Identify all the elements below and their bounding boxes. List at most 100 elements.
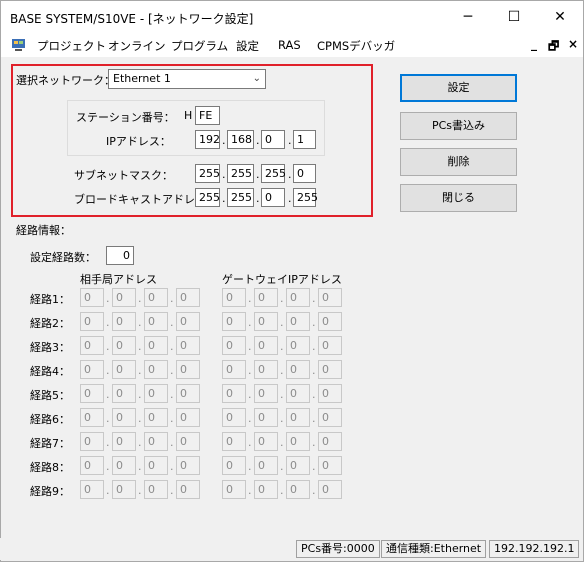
route-dest-octet-4[interactable]: 0 <box>176 312 200 331</box>
close-dialog-button[interactable]: 閉じる <box>400 184 517 212</box>
ip-octet-4[interactable]: 1 <box>293 130 316 149</box>
subnet-octet-3[interactable]: 255 <box>261 164 286 183</box>
maximize-button[interactable]: ☐ <box>491 1 537 33</box>
network-select[interactable]: Ethernet 1 ⌄ <box>108 69 266 89</box>
ip-octet-1[interactable]: 192 <box>195 130 220 149</box>
route-dest-octet-1[interactable]: 0 <box>80 480 104 499</box>
route-dest-octet-4[interactable]: 0 <box>176 408 200 427</box>
route-gateway-octet-4[interactable]: 0 <box>318 408 342 427</box>
menu-cpms-debugger[interactable]: CPMSデバッガ <box>317 38 395 54</box>
route-gateway-octet-4[interactable]: 0 <box>318 288 342 307</box>
ip-octet-3[interactable]: 0 <box>261 130 285 149</box>
route-gateway-octet-1[interactable]: 0 <box>222 288 246 307</box>
route-gateway-octet-2[interactable]: 0 <box>254 408 278 427</box>
route-dest-octet-1[interactable]: 0 <box>80 288 104 307</box>
route-gateway-octet-2[interactable]: 0 <box>254 360 278 379</box>
subnet-octet-4[interactable]: 0 <box>293 164 316 183</box>
route-gateway-octet-3[interactable]: 0 <box>286 384 310 403</box>
route-gateway-octet-3[interactable]: 0 <box>286 480 310 499</box>
route-dest-octet-2[interactable]: 0 <box>112 456 136 475</box>
route-dest-octet-2[interactable]: 0 <box>112 384 136 403</box>
route-gateway-octet-2[interactable]: 0 <box>254 288 278 307</box>
menu-project[interactable]: プロジェクト <box>37 38 106 54</box>
route-dest-octet-3[interactable]: 0 <box>144 360 168 379</box>
route-gateway-octet-1[interactable]: 0 <box>222 312 246 331</box>
route-dest-octet-3[interactable]: 0 <box>144 336 168 355</box>
route-dest-octet-3[interactable]: 0 <box>144 312 168 331</box>
route-dest-octet-4[interactable]: 0 <box>176 432 200 451</box>
route-dest-octet-1[interactable]: 0 <box>80 384 104 403</box>
route-gateway-octet-2[interactable]: 0 <box>254 456 278 475</box>
route-dest-octet-1[interactable]: 0 <box>80 456 104 475</box>
close-button[interactable]: ✕ <box>537 1 583 33</box>
delete-button[interactable]: 削除 <box>400 148 517 176</box>
route-gateway-octet-4[interactable]: 0 <box>318 432 342 451</box>
route-dest-octet-2[interactable]: 0 <box>112 432 136 451</box>
route-gateway-octet-4[interactable]: 0 <box>318 360 342 379</box>
route-gateway-octet-3[interactable]: 0 <box>286 312 310 331</box>
route-dest-octet-1[interactable]: 0 <box>80 432 104 451</box>
settings-button[interactable]: 設定 <box>400 74 517 102</box>
route-dest-octet-2[interactable]: 0 <box>112 288 136 307</box>
mdi-minimize-button[interactable]: _ <box>531 37 537 51</box>
route-gateway-octet-3[interactable]: 0 <box>286 408 310 427</box>
menu-program[interactable]: プログラム <box>171 38 228 54</box>
station-number-input[interactable]: FE <box>195 106 220 125</box>
route-dest-octet-4[interactable]: 0 <box>176 360 200 379</box>
route-gateway-octet-2[interactable]: 0 <box>254 432 278 451</box>
route-dest-octet-3[interactable]: 0 <box>144 408 168 427</box>
route-count-input[interactable]: 0 <box>106 246 134 265</box>
subnet-octet-1[interactable]: 255 <box>195 164 220 183</box>
route-dest-octet-3[interactable]: 0 <box>144 456 168 475</box>
route-gateway-octet-1[interactable]: 0 <box>222 384 246 403</box>
route-gateway-octet-4[interactable]: 0 <box>318 480 342 499</box>
route-dest-octet-3[interactable]: 0 <box>144 288 168 307</box>
route-gateway-octet-3[interactable]: 0 <box>286 456 310 475</box>
route-dest-octet-4[interactable]: 0 <box>176 480 200 499</box>
route-gateway-octet-2[interactable]: 0 <box>254 480 278 499</box>
broadcast-octet-1[interactable]: 255 <box>195 188 220 207</box>
route-gateway-octet-3[interactable]: 0 <box>286 432 310 451</box>
route-gateway-octet-4[interactable]: 0 <box>318 384 342 403</box>
route-dest-octet-4[interactable]: 0 <box>176 288 200 307</box>
mdi-close-button[interactable]: × <box>568 37 578 51</box>
route-gateway-octet-4[interactable]: 0 <box>318 336 342 355</box>
broadcast-octet-3[interactable]: 0 <box>261 188 285 207</box>
route-gateway-octet-1[interactable]: 0 <box>222 432 246 451</box>
menu-online[interactable]: オンライン <box>108 38 166 54</box>
route-dest-octet-4[interactable]: 0 <box>176 456 200 475</box>
menu-settings[interactable]: 設定 <box>236 38 259 54</box>
route-gateway-octet-1[interactable]: 0 <box>222 456 246 475</box>
route-gateway-octet-1[interactable]: 0 <box>222 480 246 499</box>
route-dest-octet-3[interactable]: 0 <box>144 384 168 403</box>
mdi-restore-button[interactable]: 🗗 <box>548 37 559 58</box>
route-gateway-octet-1[interactable]: 0 <box>222 360 246 379</box>
route-dest-octet-2[interactable]: 0 <box>112 408 136 427</box>
route-gateway-octet-4[interactable]: 0 <box>318 312 342 331</box>
subnet-octet-2[interactable]: 255 <box>227 164 254 183</box>
route-dest-octet-3[interactable]: 0 <box>144 480 168 499</box>
route-dest-octet-1[interactable]: 0 <box>80 408 104 427</box>
minimize-button[interactable]: ─ <box>445 1 491 33</box>
menu-ras[interactable]: RAS <box>278 38 301 52</box>
route-dest-octet-2[interactable]: 0 <box>112 360 136 379</box>
route-dest-octet-2[interactable]: 0 <box>112 336 136 355</box>
route-dest-octet-2[interactable]: 0 <box>112 312 136 331</box>
route-dest-octet-3[interactable]: 0 <box>144 432 168 451</box>
ip-octet-2[interactable]: 168 <box>227 130 254 149</box>
broadcast-octet-4[interactable]: 255 <box>293 188 318 207</box>
route-gateway-octet-1[interactable]: 0 <box>222 336 246 355</box>
route-dest-octet-1[interactable]: 0 <box>80 312 104 331</box>
route-gateway-octet-2[interactable]: 0 <box>254 336 278 355</box>
route-gateway-octet-3[interactable]: 0 <box>286 360 310 379</box>
broadcast-octet-2[interactable]: 255 <box>227 188 254 207</box>
route-gateway-octet-2[interactable]: 0 <box>254 384 278 403</box>
route-gateway-octet-4[interactable]: 0 <box>318 456 342 475</box>
route-gateway-octet-3[interactable]: 0 <box>286 336 310 355</box>
route-dest-octet-1[interactable]: 0 <box>80 360 104 379</box>
route-dest-octet-4[interactable]: 0 <box>176 336 200 355</box>
route-gateway-octet-2[interactable]: 0 <box>254 312 278 331</box>
route-dest-octet-4[interactable]: 0 <box>176 384 200 403</box>
route-gateway-octet-3[interactable]: 0 <box>286 288 310 307</box>
pcs-write-button[interactable]: PCs書込み <box>400 112 517 140</box>
